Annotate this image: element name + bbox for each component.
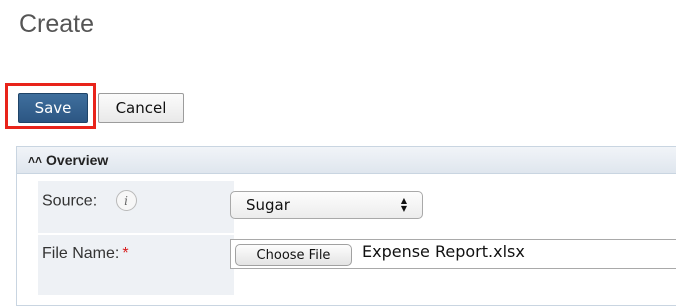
required-asterisk: *	[122, 245, 129, 262]
overview-panel: ˄˄ Overview Source: i Sugar ▲ ▼ File Name…	[16, 146, 676, 306]
select-arrows-icon: ▲ ▼	[400, 196, 408, 213]
source-label: Source:	[42, 192, 98, 210]
info-icon[interactable]: i	[115, 190, 137, 211]
source-label-cell: Source: i	[38, 181, 234, 233]
file-input[interactable]: Choose File Expense Report.xlsx	[230, 239, 676, 269]
source-select-value: Sugar	[246, 196, 290, 214]
choose-file-button[interactable]: Choose File	[235, 244, 352, 266]
double-chevron-up-icon: ˄˄	[28, 153, 43, 167]
source-select[interactable]: Sugar ▲ ▼	[230, 191, 423, 219]
save-button[interactable]: Save	[18, 93, 88, 123]
overview-panel-header[interactable]: ˄˄ Overview	[17, 147, 676, 174]
selected-file-name: Expense Report.xlsx	[362, 242, 525, 261]
page-title: Create	[19, 10, 95, 38]
file-name-label: File Name:	[42, 245, 120, 262]
overview-panel-title: Overview	[46, 152, 109, 168]
file-name-label-cell: File Name: *	[38, 235, 234, 295]
cancel-button[interactable]: Cancel	[98, 93, 184, 123]
